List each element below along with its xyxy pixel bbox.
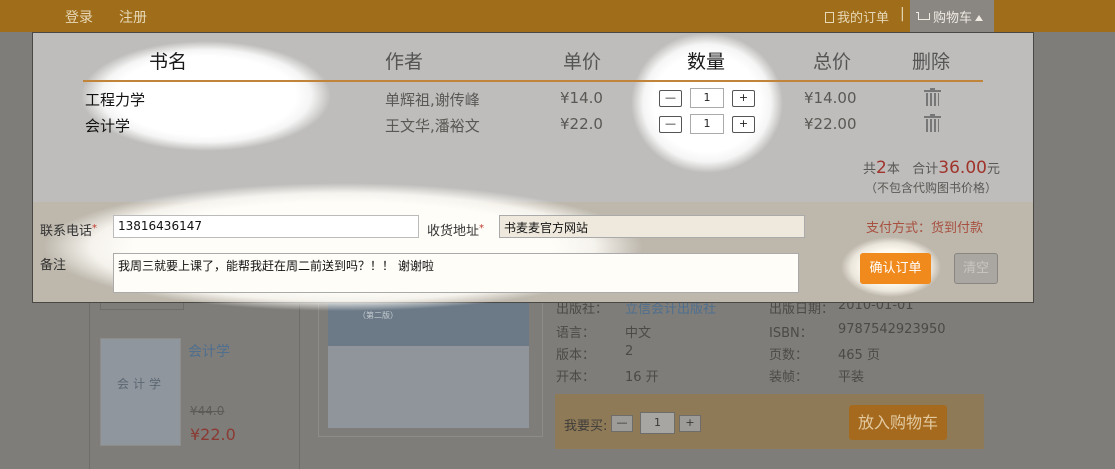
book-total: ¥22.00	[804, 115, 857, 133]
payment-method: 支付方式：货到付款	[866, 221, 984, 236]
summary-note: （不包含代购图书价格）	[865, 181, 998, 195]
detail-value: 465 页	[838, 348, 880, 363]
login-link[interactable]: 登录	[65, 7, 93, 27]
document-icon	[825, 12, 834, 23]
related-book-cover[interactable]: 会计学	[100, 338, 181, 446]
main-book-cover: （第二版）	[328, 300, 529, 428]
cart-label: 购物车	[933, 11, 973, 26]
column-header-unit-price: 单价	[563, 51, 602, 73]
summary-currency-unit: 元	[986, 162, 1000, 177]
book-author: 王文华,潘裕文	[385, 117, 480, 135]
column-header-author: 作者	[385, 51, 424, 73]
detail-value: 平装	[838, 370, 865, 385]
detail-label: 页数：	[769, 348, 809, 363]
register-link[interactable]: 注册	[119, 7, 147, 27]
book-unit-price: ¥22.0	[560, 115, 603, 133]
book-name: 会计学	[85, 117, 131, 135]
book-name: 工程力学	[85, 91, 146, 109]
detail-label: 开本：	[556, 370, 596, 385]
column-header-name: 书名	[149, 51, 188, 73]
book-total: ¥14.00	[804, 89, 857, 107]
confirm-order-button[interactable]: 确认订单	[860, 253, 931, 284]
buy-quantity-label: 我要买:	[564, 419, 608, 434]
related-book-cover-text: 会计学	[117, 377, 166, 391]
summary-total-label: 合计	[912, 162, 939, 177]
book-unit-price: ¥14.0	[560, 89, 603, 107]
cover-edition: （第二版）	[358, 311, 398, 320]
top-navigation-bar: 登录 注册 我的订单 | 购物车	[0, 0, 1115, 32]
clear-cart-button[interactable]: 清空	[954, 253, 998, 284]
note-label: 备注	[40, 258, 67, 273]
detail-value: 2	[625, 344, 634, 359]
address-input[interactable]: 书麦麦官方网站	[499, 215, 805, 238]
column-header-delete: 删除	[912, 51, 951, 73]
buy-box: 我要买: — 1 + 放入购物车	[555, 394, 984, 449]
detail-label: ISBN：	[769, 326, 813, 341]
topbar-separator: |	[900, 6, 905, 22]
buy-increase-button[interactable]: +	[679, 415, 701, 432]
summary-count-unit: 本	[886, 162, 900, 177]
trash-icon[interactable]	[924, 88, 941, 106]
column-header-quantity: 数量	[687, 51, 726, 73]
buy-decrease-button[interactable]: —	[611, 415, 633, 432]
trash-icon[interactable]	[924, 114, 941, 132]
buy-quantity-input[interactable]: 1	[640, 412, 675, 434]
my-orders-label: 我的订单	[837, 11, 890, 26]
phone-label: 联系电话*	[40, 223, 98, 239]
summary-total: 36.00	[938, 158, 987, 178]
qty-decrease-button[interactable]: —	[659, 116, 682, 133]
detail-value: 9787542923950	[838, 322, 946, 337]
qty-decrease-button[interactable]: —	[659, 90, 682, 107]
qty-increase-button[interactable]: +	[732, 90, 755, 107]
detail-label: 语言：	[556, 326, 596, 341]
summary-count: 2	[876, 158, 887, 178]
related-book-old-price: ¥44.0	[190, 404, 225, 418]
caret-up-icon	[975, 15, 984, 21]
related-book-new-price: ¥22.0	[190, 425, 236, 444]
cart-summary: 共2本 合计36.00元	[863, 158, 1000, 178]
shopping-cart-popup: 书名 作者 单价 数量 总价 删除 工程力学 单辉祖,谢传峰 ¥14.0 — 1…	[32, 32, 1034, 311]
related-book-title[interactable]: 会计学	[188, 341, 230, 361]
phone-input[interactable]: 13816436147	[113, 215, 419, 238]
header-divider	[83, 80, 983, 82]
detail-value: 16 开	[625, 370, 659, 385]
detail-label: 装帧：	[769, 370, 809, 385]
qty-increase-button[interactable]: +	[732, 116, 755, 133]
cart-dropdown-toggle[interactable]: 购物车	[910, 0, 994, 32]
qty-input[interactable]: 1	[690, 114, 724, 134]
add-to-cart-button[interactable]: 放入购物车	[849, 405, 947, 440]
detail-label: 版本：	[556, 348, 596, 363]
address-label: 收货地址*	[427, 223, 485, 239]
note-textarea[interactable]: 我周三就要上课了，能帮我赶在周二前送到吗？！！ 谢谢啦	[113, 253, 799, 293]
book-author: 单辉祖,谢传峰	[385, 91, 480, 109]
column-header-total: 总价	[813, 51, 852, 73]
detail-value: 中文	[625, 326, 652, 341]
my-orders-link[interactable]: 我的订单	[825, 7, 889, 26]
shopping-cart-icon	[916, 12, 930, 23]
summary-count-prefix: 共	[863, 162, 877, 177]
qty-input[interactable]: 1	[690, 88, 724, 108]
